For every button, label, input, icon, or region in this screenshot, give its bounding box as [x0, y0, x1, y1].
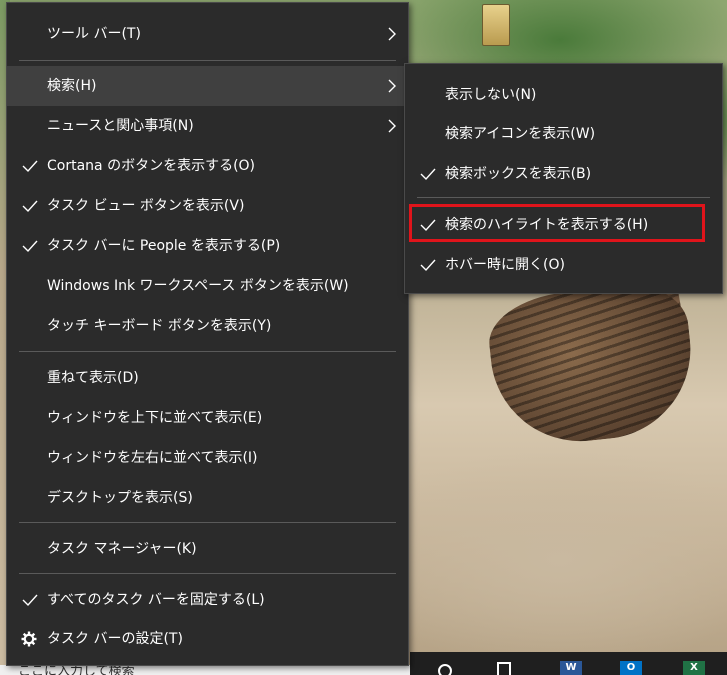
menu-item-label: 重ねて表示(D)	[47, 370, 139, 386]
chevron-right-icon	[386, 14, 398, 54]
submenu-item-open-on-hover[interactable]: ホバー時に開く(O)	[405, 245, 722, 285]
menu-item-stack-windows[interactable]: ウィンドウを上下に並べて表示(E)	[7, 398, 408, 438]
menu-item-show-people[interactable]: タスク バーに People を表示する(P)	[7, 226, 408, 266]
submenu-item-hidden[interactable]: 表示しない(N)	[405, 75, 722, 115]
search-icon[interactable]	[438, 664, 452, 675]
menu-item-lock-taskbars[interactable]: すべてのタスク バーを固定する(L)	[7, 580, 408, 620]
menu-separator	[19, 573, 396, 574]
menu-item-label: 検索アイコンを表示(W)	[445, 126, 596, 142]
task-view-icon[interactable]	[497, 662, 511, 675]
menu-item-task-manager[interactable]: タスク マネージャー(K)	[7, 529, 408, 569]
menu-item-label: ニュースと関心事項(N)	[47, 118, 194, 134]
menu-item-label: 検索ボックスを表示(B)	[445, 166, 592, 182]
checkmark-icon	[22, 580, 38, 620]
submenu-item-show-search-icon[interactable]: 検索アイコンを表示(W)	[405, 114, 722, 154]
menu-item-label: タスク バーの設定(T)	[47, 631, 183, 647]
search-submenu: 表示しない(N) 検索アイコンを表示(W) 検索ボックスを表示(B) 検索のハイ…	[404, 63, 723, 294]
checkmark-icon	[420, 154, 436, 194]
menu-item-label: タッチ キーボード ボタンを表示(Y)	[47, 318, 272, 334]
menu-item-label: Windows Ink ワークスペース ボタンを表示(W)	[47, 278, 349, 294]
menu-item-show-windows-ink[interactable]: Windows Ink ワークスペース ボタンを表示(W)	[7, 266, 408, 306]
submenu-item-show-search-box[interactable]: 検索ボックスを表示(B)	[405, 154, 722, 194]
menu-item-show-touch-keyboard[interactable]: タッチ キーボード ボタンを表示(Y)	[7, 306, 408, 346]
menu-item-label: ウィンドウを上下に並べて表示(E)	[47, 410, 263, 426]
menu-item-show-cortana[interactable]: Cortana のボタンを表示する(O)	[7, 146, 408, 186]
gear-icon	[21, 619, 37, 659]
menu-item-news-interests[interactable]: ニュースと関心事項(N)	[7, 106, 408, 146]
menu-item-label: タスク ビュー ボタンを表示(V)	[47, 198, 245, 214]
menu-item-show-desktop[interactable]: デスクトップを表示(S)	[7, 478, 408, 518]
menu-separator	[417, 197, 710, 198]
menu-item-label: ウィンドウを左右に並べて表示(I)	[47, 450, 258, 466]
menu-item-label: すべてのタスク バーを固定する(L)	[47, 592, 265, 608]
excel-icon[interactable]: X	[683, 661, 705, 675]
menu-item-label: ホバー時に開く(O)	[445, 257, 565, 273]
menu-separator	[19, 60, 396, 61]
menu-item-label: デスクトップを表示(S)	[47, 490, 193, 506]
taskbar-context-menu: ツール バー(T) 検索(H) ニュースと関心事項(N) Cortana のボタ…	[6, 2, 409, 666]
menu-item-label: タスク マネージャー(K)	[47, 541, 197, 557]
chevron-right-icon	[386, 106, 398, 146]
desktop-folder-icon[interactable]	[482, 4, 510, 46]
word-icon[interactable]: W	[560, 661, 582, 675]
menu-separator	[19, 351, 396, 352]
checkmark-icon	[22, 146, 38, 186]
outlook-icon[interactable]: O	[620, 661, 642, 675]
menu-item-label: Cortana のボタンを表示する(O)	[47, 158, 256, 174]
menu-item-search[interactable]: 検索(H)	[7, 66, 408, 106]
menu-item-label: ツール バー(T)	[47, 26, 141, 42]
taskbar-search-placeholder: ここに入力して検索	[18, 664, 135, 675]
menu-item-taskbar-settings[interactable]: タスク バーの設定(T)	[7, 619, 408, 659]
checkmark-icon	[420, 245, 436, 285]
menu-item-label: 表示しない(N)	[445, 87, 537, 103]
checkmark-icon	[22, 226, 38, 266]
menu-item-label: 検索(H)	[47, 78, 97, 94]
menu-item-cascade[interactable]: 重ねて表示(D)	[7, 358, 408, 398]
menu-item-label: タスク バーに People を表示する(P)	[47, 238, 281, 254]
menu-item-show-task-view[interactable]: タスク ビュー ボタンを表示(V)	[7, 186, 408, 226]
checkmark-icon	[22, 186, 38, 226]
menu-item-side-by-side[interactable]: ウィンドウを左右に並べて表示(I)	[7, 438, 408, 478]
menu-item-toolbars[interactable]: ツール バー(T)	[7, 14, 408, 54]
annotation-highlight-box	[409, 204, 705, 242]
menu-separator	[19, 522, 396, 523]
chevron-right-icon	[386, 66, 398, 106]
desktop: ここに入力して検索 W O X ツール バー(T) 検索(H) ニュースと関心事…	[0, 0, 727, 675]
